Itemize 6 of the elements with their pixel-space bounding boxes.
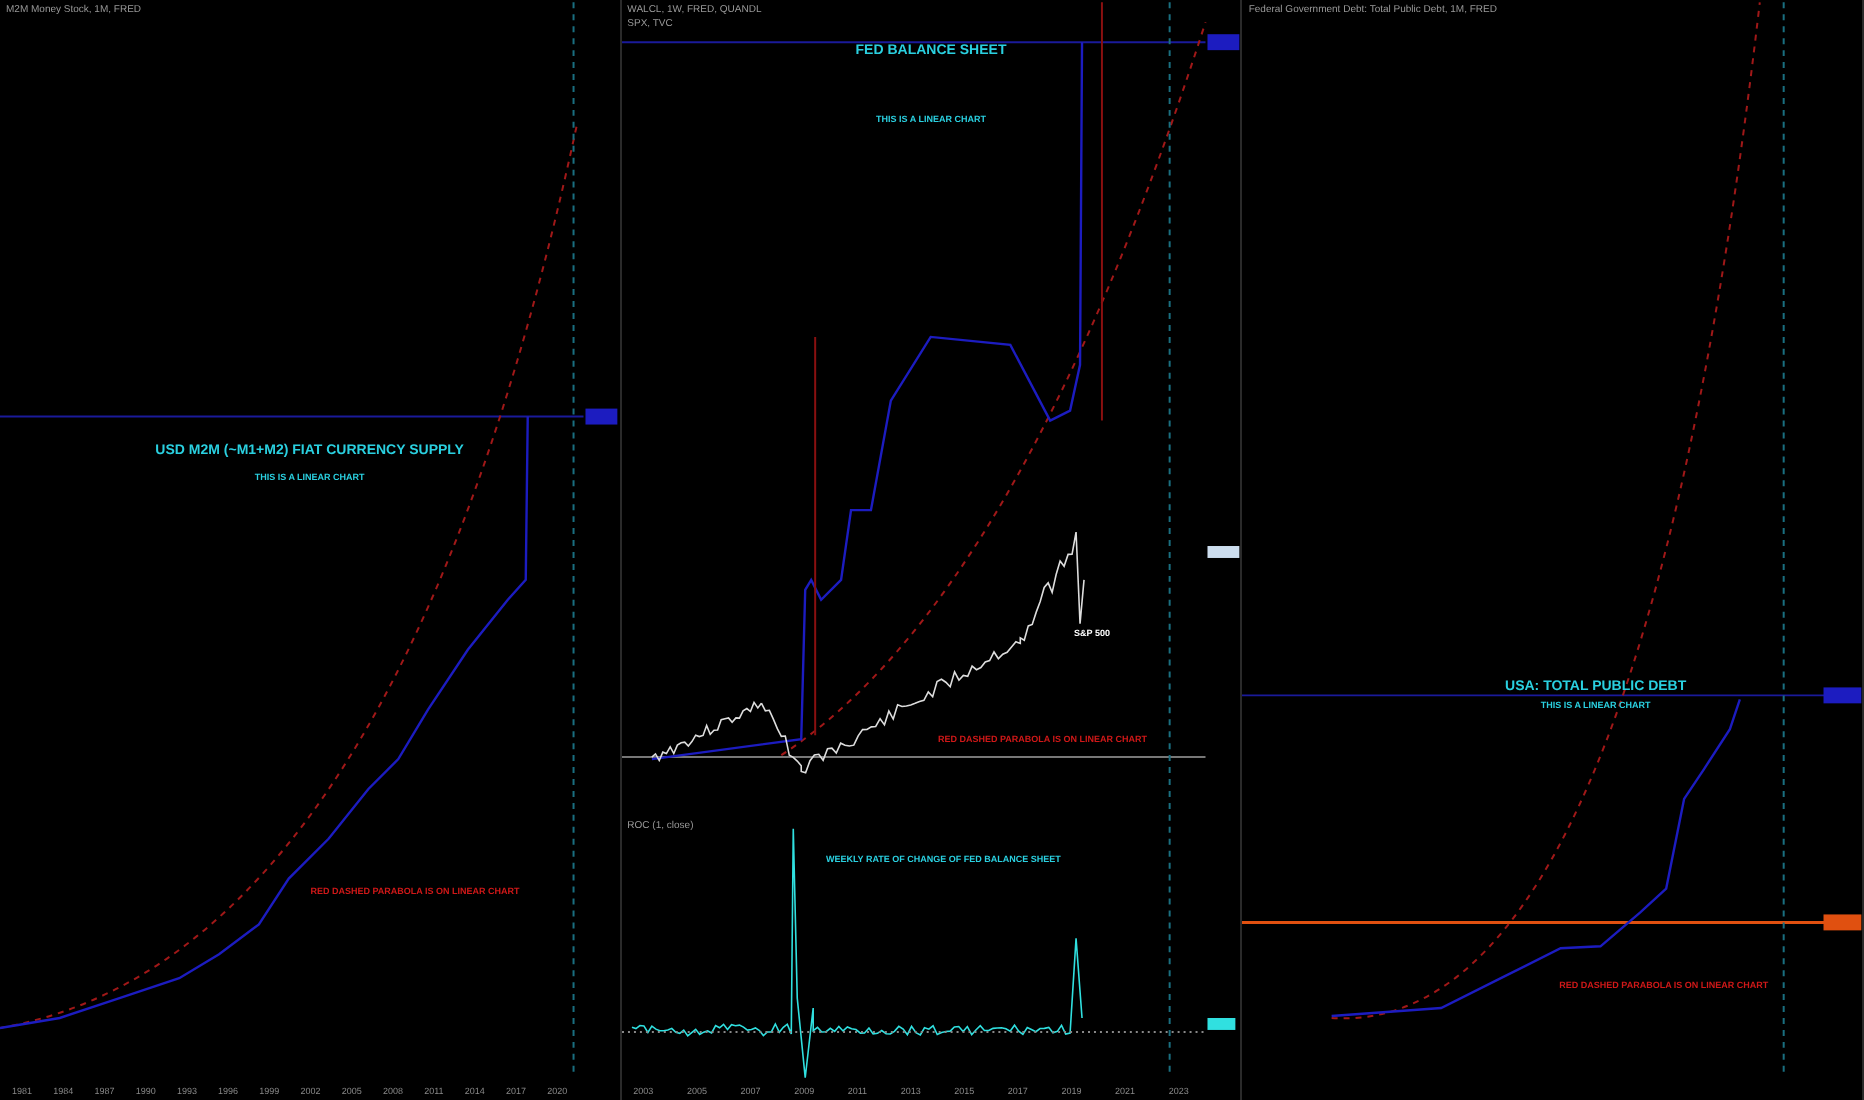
price-tag <box>1824 687 1863 704</box>
price-tag <box>1824 914 1863 931</box>
price-tag <box>1206 34 1239 51</box>
price-tag <box>1206 546 1239 558</box>
price-tag <box>585 408 618 425</box>
price-tag <box>1206 1018 1235 1030</box>
